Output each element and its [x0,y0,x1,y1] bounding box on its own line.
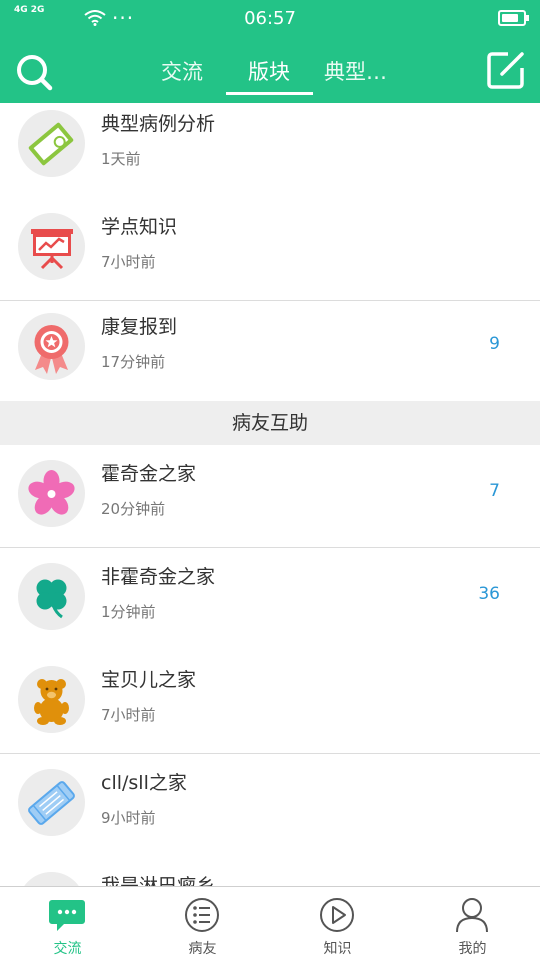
group-time: 1分钟前 [101,603,156,621]
group-title: 我是淋巴瘤乡 [101,875,216,886]
board-time: 1天前 [101,150,141,168]
board-title: 康复报到 [101,316,178,338]
board-title: 典型病例分析 [101,113,216,135]
flower-icon [18,460,85,527]
nav-label: 交流 [53,941,82,957]
tab-typical[interactable]: 典型… [324,56,387,86]
group-title: 非霍奇金之家 [101,566,216,588]
board-list[interactable]: 典型病例分析 1天前 学点知识 7小时前 康复报到 17分钟前 9 病友互助 霍… [0,103,540,886]
rosette-icon [18,313,85,380]
generic-board-icon [18,872,85,886]
nav-knowledge[interactable]: 知识 [270,887,405,960]
header-nav: 交流 版块 典型… [0,38,540,103]
list-icon [185,898,219,932]
nav-label: 病友 [188,941,217,957]
group-time: 20分钟前 [101,500,166,518]
board-time: 17分钟前 [101,353,166,371]
bottom-nav: 交流 病友 知识 我的 [0,886,540,960]
status-bar: 4G 2G ··· 06:57 [0,0,540,38]
list-item[interactable]: 典型病例分析 1天前 [0,103,540,198]
list-item[interactable]: cll/sll之家 9小时前 [0,754,540,857]
compose-icon[interactable] [486,50,526,90]
list-item[interactable]: 我是淋巴瘤乡 [0,857,540,886]
nav-label: 知识 [323,941,352,957]
board-time: 7小时前 [101,253,156,271]
profile-icon [456,898,488,933]
list-item[interactable]: 学点知识 7小时前 [0,198,540,301]
teddy-bear-icon [18,666,85,733]
section-header: 病友互助 [0,401,540,445]
group-title: 宝贝儿之家 [101,669,197,691]
group-time: 9小时前 [101,809,156,827]
list-item[interactable]: 康复报到 17分钟前 9 [0,298,540,401]
tab-exchange[interactable]: 交流 [161,56,203,86]
presentation-icon [18,213,85,280]
nav-patients[interactable]: 病友 [135,887,270,960]
group-title: cll/sll之家 [101,772,187,794]
status-time: 06:57 [244,8,296,29]
chat-icon [49,900,85,931]
tab-boards[interactable]: 版块 [248,56,290,86]
search-icon[interactable] [14,52,54,92]
unread-count: 7 [489,481,500,501]
bandage-icon [18,769,85,836]
clover-icon [18,563,85,630]
play-icon [320,898,354,932]
active-tab-indicator [226,92,313,95]
nav-profile[interactable]: 我的 [405,887,540,960]
nav-label: 我的 [458,941,487,957]
top-bar: 4G 2G ··· 06:57 交流 版块 典型… [0,0,540,103]
unread-count: 36 [478,584,500,604]
battery-icon [498,10,529,26]
unread-count: 9 [489,334,500,354]
list-item[interactable]: 宝贝儿之家 7小时前 [0,651,540,754]
nav-exchange[interactable]: 交流 [0,887,135,960]
group-time: 7小时前 [101,706,156,724]
board-title: 学点知识 [101,216,178,238]
list-item[interactable]: 非霍奇金之家 1分钟前 36 [0,548,540,651]
case-analysis-icon [18,110,85,177]
list-item[interactable]: 霍奇金之家 20分钟前 7 [0,445,540,548]
group-title: 霍奇金之家 [101,463,197,485]
